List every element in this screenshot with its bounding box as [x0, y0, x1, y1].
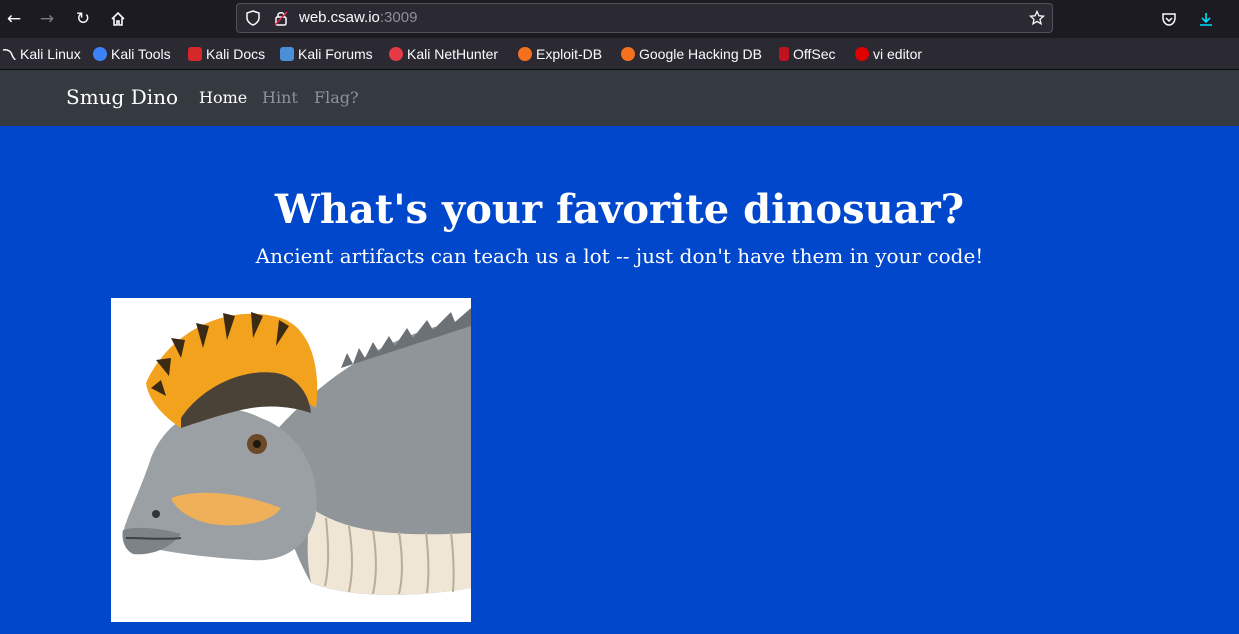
bookmark-kali-forums[interactable]: Kali Forums: [280, 44, 373, 63]
bookmarks-bar: Kali Linux Kali Tools Kali Docs Kali For…: [0, 38, 1239, 70]
site-navbar: Smug Dino Home Hint Flag?: [0, 70, 1239, 126]
lock-icon[interactable]: [271, 8, 291, 28]
bookmark-kali-docs[interactable]: Kali Docs: [188, 44, 265, 63]
kali-docs-icon: [188, 46, 202, 61]
bookmark-vi-editor[interactable]: vi editor: [855, 44, 922, 63]
bookmark-label: vi editor: [873, 45, 923, 62]
site-brand[interactable]: Smug Dino: [66, 85, 178, 109]
bookmark-label: Kali Forums: [298, 45, 373, 62]
nav-link-hint[interactable]: Hint: [262, 88, 298, 107]
reload-icon[interactable]: ↻: [69, 5, 97, 33]
download-icon[interactable]: [1192, 5, 1220, 33]
nav-link-flag[interactable]: Flag?: [314, 88, 359, 107]
bookmark-label: Google Hacking DB: [639, 45, 762, 62]
bookmark-exploit-db[interactable]: Exploit-DB: [518, 44, 602, 63]
nav-link-home[interactable]: Home: [199, 88, 247, 107]
kali-tools-icon: [93, 46, 107, 61]
bookmark-kali-linux[interactable]: Kali Linux: [2, 44, 81, 63]
pocket-icon[interactable]: [1155, 5, 1183, 33]
browser-toolbar: ← → ↻ web.csaw.io:3009: [0, 0, 1239, 38]
page-title: What's your favorite dinosuar?: [274, 186, 965, 233]
kali-dragon-icon: [2, 46, 16, 61]
back-arrow-icon[interactable]: ←: [0, 5, 28, 33]
shield-icon[interactable]: [243, 8, 263, 28]
bookmark-kali-tools[interactable]: Kali Tools: [93, 44, 171, 63]
offsec-icon: [779, 46, 789, 61]
bookmark-label: Kali Linux: [20, 45, 81, 62]
star-icon[interactable]: [1027, 8, 1047, 28]
bookmark-offsec[interactable]: OffSec: [779, 44, 836, 63]
bookmark-label: Kali Tools: [111, 45, 171, 62]
url-port: :3009: [379, 9, 418, 26]
bookmark-kali-nethunter[interactable]: Kali NetHunter: [389, 44, 498, 63]
home-icon[interactable]: [104, 5, 132, 33]
dinosaur-image: [111, 298, 471, 622]
url-text[interactable]: web.csaw.io:3009: [299, 9, 417, 26]
bookmark-google-hacking-db[interactable]: Google Hacking DB: [621, 44, 762, 63]
google-hacking-db-icon: [621, 46, 635, 61]
page-subtitle: Ancient artifacts can teach us a lot -- …: [255, 244, 984, 268]
exploit-db-icon: [518, 46, 532, 61]
kali-forums-icon: [280, 46, 294, 61]
kali-nethunter-icon: [389, 46, 403, 61]
url-host: web.csaw.io: [299, 9, 380, 26]
bookmark-label: Exploit-DB: [536, 45, 603, 62]
forward-arrow-icon[interactable]: →: [33, 5, 61, 33]
bookmark-label: Kali NetHunter: [407, 45, 499, 62]
redhat-icon: [855, 46, 869, 61]
url-bar[interactable]: web.csaw.io:3009: [236, 3, 1053, 33]
bookmark-label: Kali Docs: [206, 45, 266, 62]
bookmark-label: OffSec: [793, 45, 836, 62]
